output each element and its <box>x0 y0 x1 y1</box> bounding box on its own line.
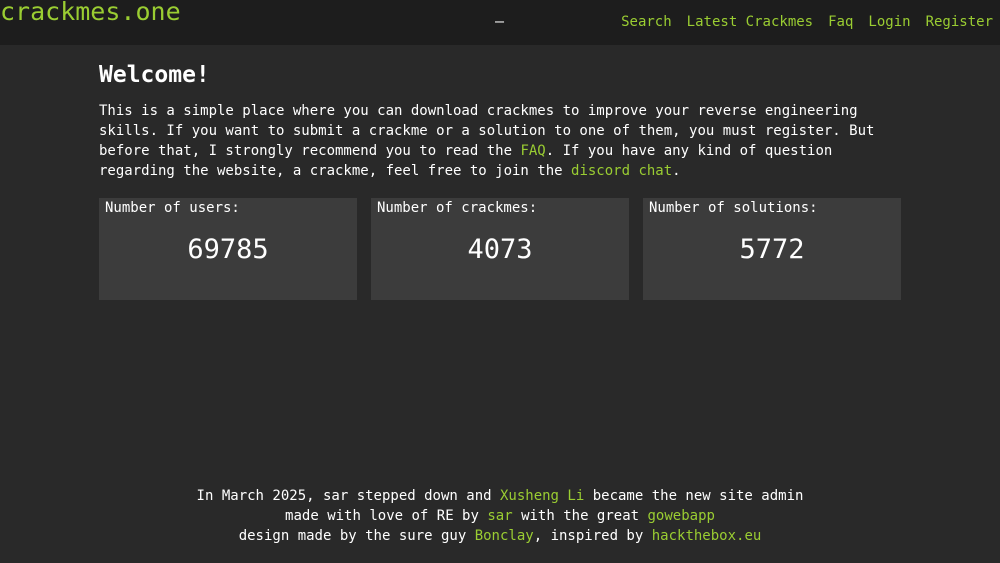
nav-faq-link[interactable]: Faq <box>828 14 853 30</box>
stat-card-users: Number of users: 69785 <box>99 198 357 300</box>
nav-search-link[interactable]: Search <box>621 14 672 30</box>
stat-value: 4073 <box>467 234 533 265</box>
intro-text-3: . <box>672 163 681 179</box>
stat-card-solutions: Number of solutions: 5772 <box>643 198 901 300</box>
page-title: Welcome! <box>99 62 210 88</box>
stat-card-crackmes: Number of crackmes: 4073 <box>371 198 629 300</box>
brand-logo-link[interactable]: crackmes.one <box>0 0 181 26</box>
sar-link[interactable]: sar <box>487 508 512 524</box>
footer-text: made with love of RE by <box>285 508 488 524</box>
stat-label: Number of users: <box>105 200 240 216</box>
footer-line-admin: In March 2025, sar stepped down and Xush… <box>0 486 1000 506</box>
header-separator: – <box>495 12 505 30</box>
discord-chat-link[interactable]: discord chat <box>571 163 672 179</box>
stat-label: Number of crackmes: <box>377 200 538 216</box>
xusheng-li-link[interactable]: Xusheng Li <box>500 488 584 504</box>
footer-text: design made by the sure guy <box>238 528 475 544</box>
footer-text: In March 2025, sar stepped down and <box>196 488 500 504</box>
footer-text: became the new site admin <box>584 488 804 504</box>
stat-label: Number of solutions: <box>649 200 818 216</box>
hackthebox-link[interactable]: hackthebox.eu <box>652 528 762 544</box>
nav-latest-crackmes-link[interactable]: Latest Crackmes <box>687 14 813 30</box>
faq-link[interactable]: FAQ <box>520 143 545 159</box>
footer: In March 2025, sar stepped down and Xush… <box>0 486 1000 546</box>
stats-row: Number of users: 69785 Number of crackme… <box>99 198 901 300</box>
bonclay-link[interactable]: Bonclay <box>475 528 534 544</box>
stat-value: 5772 <box>739 234 805 265</box>
footer-text: with the great <box>512 508 648 524</box>
nav-login-link[interactable]: Login <box>868 14 910 30</box>
intro-paragraph: This is a simple place where you can dow… <box>99 101 899 181</box>
footer-line-credits: made with love of RE by sar with the gre… <box>0 506 1000 526</box>
gowebapp-link[interactable]: gowebapp <box>648 508 715 524</box>
top-navbar: crackmes.one – Search Latest Crackmes Fa… <box>0 0 1000 45</box>
main-content: Welcome! This is a simple place where yo… <box>99 62 901 181</box>
stat-value: 69785 <box>187 234 269 265</box>
footer-line-design: design made by the sure guy Bonclay, ins… <box>0 526 1000 546</box>
nav-register-link[interactable]: Register <box>926 14 993 30</box>
main-nav: Search Latest Crackmes Faq Login Registe… <box>621 14 993 30</box>
footer-text: , inspired by <box>533 528 652 544</box>
